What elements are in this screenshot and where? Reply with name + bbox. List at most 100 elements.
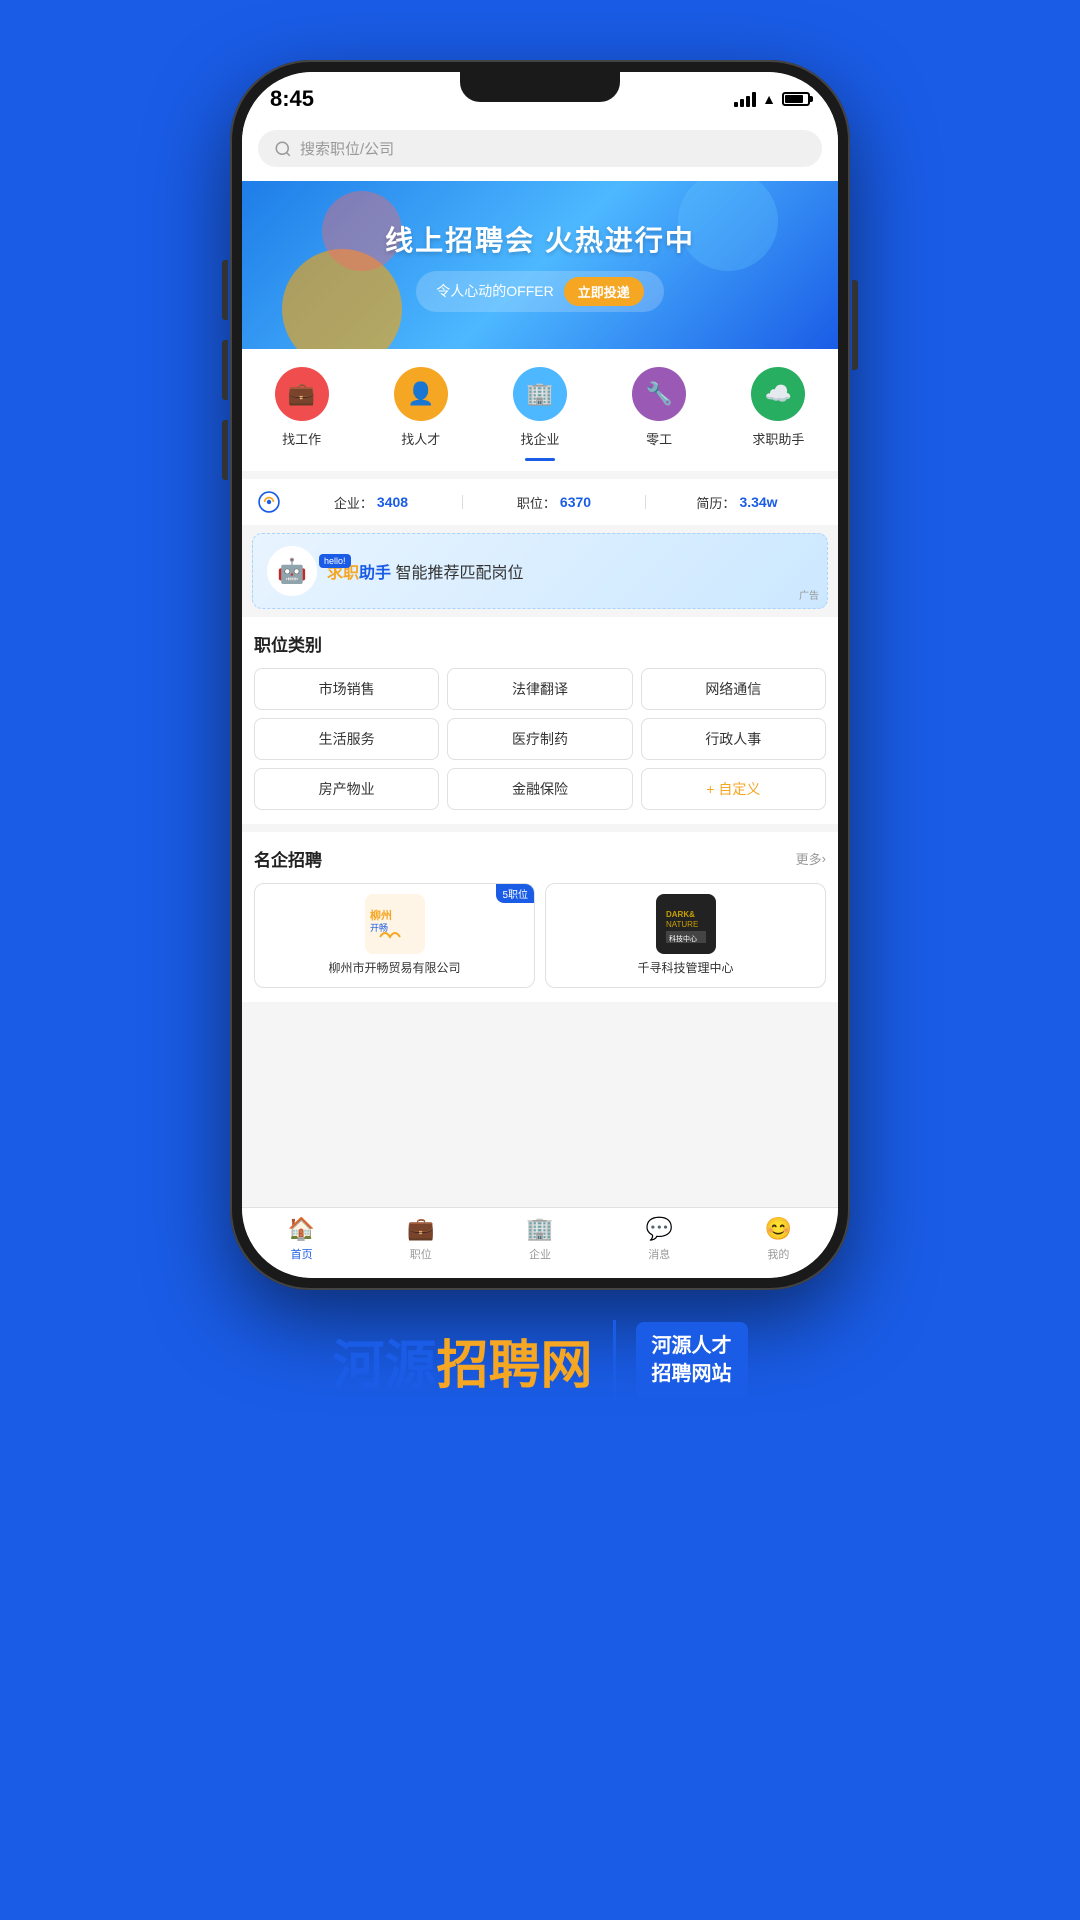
svg-text:开畅: 开畅 xyxy=(370,922,388,933)
job-value: 6370 xyxy=(560,494,591,510)
phone-screen: 8:45 ▲ xyxy=(242,72,838,1278)
company-logo-1: 柳州 开畅 xyxy=(365,894,425,954)
tab-active-line xyxy=(525,458,555,461)
bottom-nav: 🏠 首页 💼 职位 🏢 企业 💬 消息 😊 我的 xyxy=(242,1207,838,1278)
find-job-icon: 💼 xyxy=(275,367,329,421)
company-section: 名企招聘 更多 › 5职位 柳州 xyxy=(242,832,838,1002)
phone-wrapper: 8:45 ▲ xyxy=(230,60,850,1290)
screen-content[interactable]: 搜索职位/公司 线上招聘会 火热进行中 令人心动的OFFER 立即投递 xyxy=(242,120,838,1207)
job-categories-title: 职位类别 xyxy=(254,631,826,656)
nav-message[interactable]: 💬 消息 xyxy=(600,1216,719,1262)
cat-item-realestate[interactable]: 房产物业 xyxy=(254,768,439,810)
stats-divider1 xyxy=(462,495,463,509)
company-card-2[interactable]: DARK& NATURE 科技中心 千寻科技管理中心 xyxy=(545,883,826,988)
nav-item-find-job[interactable]: 💼 找工作 xyxy=(275,367,329,448)
notch xyxy=(460,72,620,102)
cat-item-medical[interactable]: 医疗制药 xyxy=(447,718,632,760)
brand-name: 河源 招聘网 xyxy=(332,1323,592,1398)
job-categories-section: 职位类别 市场销售 法律翻译 网络通信 生活服务 医疗制药 行政人事 房产物业 … xyxy=(242,617,838,824)
cat-item-admin[interactable]: 行政人事 xyxy=(641,718,826,760)
banner-button[interactable]: 立即投递 xyxy=(564,277,644,306)
search-input-wrap[interactable]: 搜索职位/公司 xyxy=(258,130,822,167)
assistant-label: 求职助手 xyxy=(752,429,804,448)
status-icons: ▲ xyxy=(734,91,810,107)
more-link[interactable]: 更多 › xyxy=(796,849,826,868)
cat-item-life[interactable]: 生活服务 xyxy=(254,718,439,760)
home-label: 首页 xyxy=(291,1246,313,1262)
company-list: 5职位 柳州 开畅 柳州市开畅贸易有限公司 xyxy=(254,883,826,988)
resume-label: 简历： xyxy=(696,493,735,512)
brand-box: 河源人才 招聘网站 xyxy=(636,1322,748,1398)
company-name-2: 千寻科技管理中心 xyxy=(546,960,825,987)
find-job-label: 找工作 xyxy=(282,429,321,448)
nav-item-freelance[interactable]: 🔧 零工 xyxy=(632,367,686,448)
stats-job: 职位： 6370 xyxy=(469,493,639,512)
status-time: 8:45 xyxy=(270,86,314,112)
nav-profile[interactable]: 😊 我的 xyxy=(719,1216,838,1262)
ai-ad-label: 广告 xyxy=(799,587,819,602)
nav-item-find-talent[interactable]: 👤 找人才 xyxy=(394,367,448,448)
nav-home[interactable]: 🏠 首页 xyxy=(242,1216,361,1262)
jobs-icon: 💼 xyxy=(407,1216,434,1242)
profile-icon: 😊 xyxy=(765,1216,792,1242)
company-name-1: 柳州市开畅贸易有限公司 xyxy=(255,960,534,987)
brand-divider xyxy=(613,1320,616,1400)
phone-frame: 8:45 ▲ xyxy=(230,60,850,1290)
company-logo-svg-2: DARK& NATURE 科技中心 xyxy=(661,899,711,949)
stats-resume: 简历： 3.34w xyxy=(652,493,822,512)
find-talent-label: 找人才 xyxy=(401,429,440,448)
home-icon: 🏠 xyxy=(288,1216,315,1242)
svg-text:DARK&: DARK& xyxy=(666,910,695,919)
ai-banner[interactable]: 🤖 hello! 求职助手 智能推荐匹配岗位 广告 xyxy=(252,533,828,609)
banner-title: 线上招聘会 火热进行中 xyxy=(385,219,695,259)
company-card-1[interactable]: 5职位 柳州 开畅 柳州市开畅贸易有限公司 xyxy=(254,883,535,988)
enterprise-label: 企业 xyxy=(529,1246,551,1262)
freelance-label: 零工 xyxy=(646,429,672,448)
nav-item-find-company[interactable]: 🏢 找企业 xyxy=(513,367,567,448)
battery-icon xyxy=(782,92,810,106)
brand-row: 河源 招聘网 河源人才 招聘网站 xyxy=(332,1320,747,1400)
company-section-header: 名企招聘 更多 › xyxy=(254,846,826,871)
banner[interactable]: 线上招聘会 火热进行中 令人心动的OFFER 立即投递 xyxy=(242,181,838,349)
ai-banner-text: 求职助手 智能推荐匹配岗位 xyxy=(327,559,523,583)
nav-jobs[interactable]: 💼 职位 xyxy=(361,1216,480,1262)
search-bar: 搜索职位/公司 xyxy=(242,120,838,181)
svg-text:NATURE: NATURE xyxy=(666,920,698,929)
quick-nav: 💼 找工作 👤 找人才 🏢 找企业 🔧 零工 xyxy=(242,349,838,458)
company-badge-1: 5职位 xyxy=(496,884,534,903)
svg-text:柳州: 柳州 xyxy=(370,908,392,922)
nav-enterprise[interactable]: 🏢 企业 xyxy=(480,1216,599,1262)
stats-logo-icon xyxy=(258,491,280,513)
cat-item-network[interactable]: 网络通信 xyxy=(641,668,826,710)
company-value: 3408 xyxy=(377,494,408,510)
company-logo-2: DARK& NATURE 科技中心 xyxy=(656,894,716,954)
stats-company: 企业： 3408 xyxy=(286,493,456,512)
banner-sub[interactable]: 令人心动的OFFER 立即投递 xyxy=(416,271,663,312)
job-categories-grid: 市场销售 法律翻译 网络通信 生活服务 医疗制药 行政人事 房产物业 金融保险 … xyxy=(254,668,826,810)
job-label: 职位： xyxy=(517,493,556,512)
cat-item-law[interactable]: 法律翻译 xyxy=(447,668,632,710)
find-company-icon: 🏢 xyxy=(513,367,567,421)
brand-part2: 招聘网 xyxy=(437,1323,593,1398)
cat-item-custom[interactable]: + 自定义 xyxy=(641,768,826,810)
brand-part1: 河源 xyxy=(332,1323,436,1398)
ai-robot-icon: 🤖 xyxy=(267,546,317,596)
search-icon xyxy=(274,140,292,158)
brand-box-line1: 河源人才 xyxy=(652,1332,732,1360)
stats-divider2 xyxy=(645,495,646,509)
cat-item-finance[interactable]: 金融保险 xyxy=(447,768,632,810)
search-placeholder[interactable]: 搜索职位/公司 xyxy=(300,138,394,159)
company-logo-svg-1: 柳州 开畅 xyxy=(370,899,420,949)
brand-url: www.fuqinhr.com xyxy=(457,1408,623,1434)
status-bar: 8:45 ▲ xyxy=(242,72,838,120)
nav-item-assistant[interactable]: ☁️ 求职助手 xyxy=(751,367,805,448)
brand-box-line2: 招聘网站 xyxy=(652,1360,732,1388)
message-icon: 💬 xyxy=(646,1216,673,1242)
enterprise-icon: 🏢 xyxy=(526,1216,553,1242)
freelance-icon: 🔧 xyxy=(632,367,686,421)
jobs-label: 职位 xyxy=(410,1246,432,1262)
banner-subtitle: 令人心动的OFFER xyxy=(436,281,553,301)
signal-icon xyxy=(734,91,756,107)
cat-item-market[interactable]: 市场销售 xyxy=(254,668,439,710)
wifi-icon: ▲ xyxy=(762,91,776,107)
